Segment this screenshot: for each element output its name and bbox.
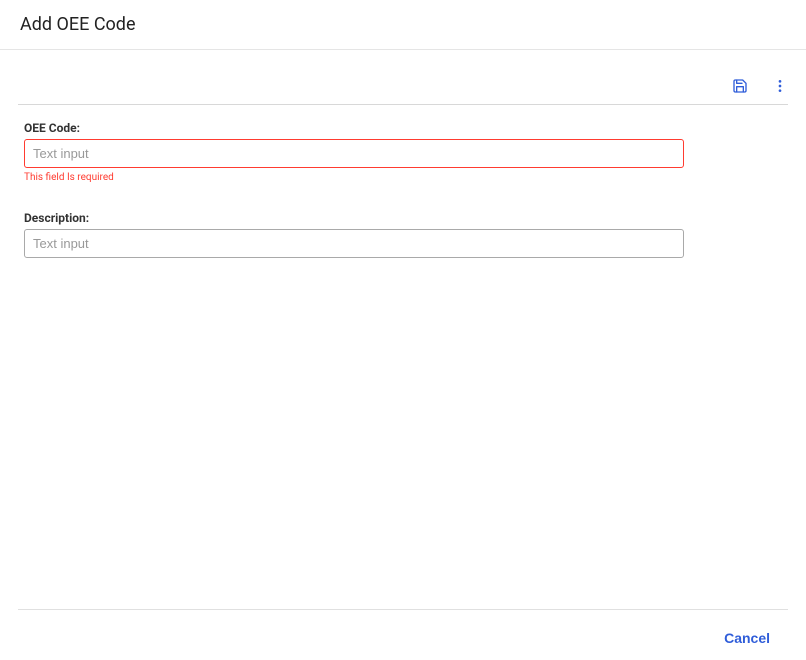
more-vertical-icon bbox=[772, 78, 788, 94]
save-icon bbox=[732, 78, 748, 94]
oee-code-group: OEE Code: This field Is required bbox=[24, 121, 782, 183]
dialog-footer: Cancel bbox=[18, 609, 788, 660]
oee-code-error: This field Is required bbox=[24, 172, 782, 183]
description-label: Description: bbox=[24, 211, 782, 225]
save-button[interactable] bbox=[732, 78, 748, 94]
cancel-button[interactable]: Cancel bbox=[716, 626, 778, 650]
dialog-header: Add OEE Code bbox=[0, 0, 806, 50]
description-input[interactable] bbox=[24, 229, 684, 258]
more-actions-button[interactable] bbox=[772, 78, 788, 94]
oee-code-label: OEE Code: bbox=[24, 121, 782, 135]
toolbar bbox=[0, 50, 806, 104]
description-group: Description: bbox=[24, 211, 782, 258]
oee-code-input[interactable] bbox=[24, 139, 684, 168]
form: OEE Code: This field Is required Descrip… bbox=[0, 105, 806, 302]
dialog-title: Add OEE Code bbox=[20, 14, 786, 35]
